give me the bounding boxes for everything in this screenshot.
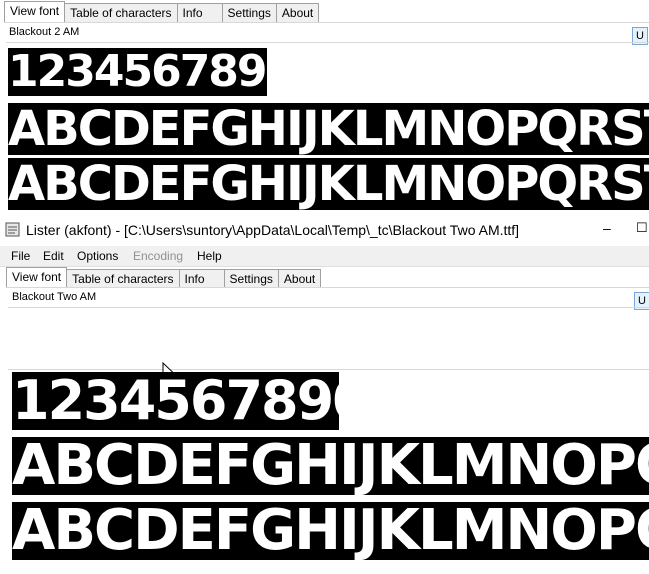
top-sample-digits: 1234567890 — [8, 48, 267, 96]
bottom-sample-digits: 1234567890 — [12, 372, 339, 430]
window-title-bar[interactable]: Lister (akfont) - [C:\Users\suntory\AppD… — [0, 216, 649, 244]
bottom-tab-view-font[interactable]: View font — [6, 267, 68, 288]
top-tab-bar: View font Table of characters Info Setti… — [4, 1, 320, 22]
maximize-button[interactable]: ☐ — [636, 220, 648, 236]
bottom-tab-table-of-characters[interactable]: Table of characters — [66, 269, 180, 288]
bottom-tab-settings[interactable]: Settings — [223, 269, 279, 288]
bottom-tab-divider — [6, 287, 649, 288]
window-title: Lister (akfont) - [C:\Users\suntory\AppD… — [26, 222, 520, 238]
menu-options[interactable]: Options — [77, 249, 118, 263]
menu-bar: File Edit Options Encoding Help — [0, 246, 649, 267]
menu-file[interactable]: File — [11, 249, 30, 263]
bottom-sample-uppercase-1: ABCDEFGHIJKLMNOPQ — [12, 437, 649, 495]
top-sample-uppercase-1: ABCDEFGHIJKLMNOPQRSTUV — [8, 103, 649, 155]
bottom-tab-bar: View font Table of characters Info Setti… — [6, 267, 322, 288]
top-tab-about[interactable]: About — [275, 3, 320, 22]
bottom-tab-about[interactable]: About — [277, 269, 322, 288]
bottom-tab-info[interactable]: Info — [178, 269, 225, 288]
top-name-divider — [6, 42, 649, 43]
bottom-preview-divider — [8, 369, 649, 370]
top-tab-info[interactable]: Info — [176, 3, 223, 22]
top-tab-table-of-characters[interactable]: Table of characters — [64, 3, 178, 22]
top-font-name: Blackout 2 AM — [9, 26, 80, 38]
bottom-name-divider — [8, 307, 649, 308]
menu-encoding[interactable]: Encoding — [133, 249, 183, 263]
minimize-button[interactable]: – — [603, 220, 611, 236]
bottom-sample-uppercase-2: ABCDEFGHIJKLMNOPQ — [12, 502, 649, 560]
top-tab-settings[interactable]: Settings — [221, 3, 277, 22]
menu-edit[interactable]: Edit — [43, 249, 64, 263]
bottom-font-name: Blackout Two AM — [12, 291, 97, 303]
top-tab-view-font[interactable]: View font — [4, 1, 66, 22]
lister-app-icon — [5, 222, 20, 237]
top-tab-divider — [4, 22, 649, 23]
menu-help[interactable]: Help — [197, 249, 222, 263]
top-sample-uppercase-2: ABCDEFGHIJKLMNOPQRSTUV — [8, 158, 649, 210]
